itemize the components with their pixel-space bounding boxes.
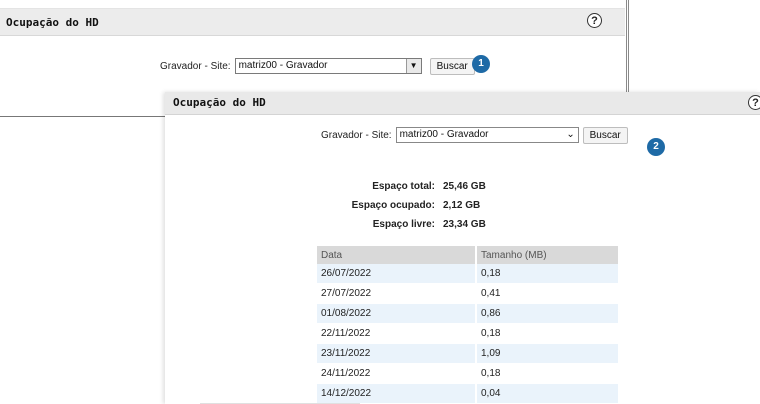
cell-size: 0,18 (476, 323, 620, 344)
cell-date: 26/07/2022 (317, 264, 477, 284)
help-icon[interactable]: ? (587, 13, 602, 28)
back-panel-title: Ocupação do HD (6, 16, 99, 29)
column-header-size[interactable]: Tamanho (MB) (476, 246, 620, 264)
front-panel-title: Ocupação do HD (173, 96, 266, 109)
chevron-down-icon[interactable]: ⌄ (563, 128, 578, 142)
cell-date: 14/12/2022 (317, 383, 477, 404)
front-filter-bar: Gravador - Site: matriz00 - Gravador ⌄ B… (321, 126, 628, 144)
cell-date: 22/11/2022 (317, 323, 477, 344)
front-panel-header: Ocupação do HD ? (165, 92, 760, 115)
column-header-date[interactable]: Data (317, 246, 477, 264)
back-filter-bar: Gravador - Site: matriz00 - Gravador ▼ B… (160, 57, 475, 75)
table-row: 22/11/2022 0,18 (317, 323, 620, 344)
divider (0, 116, 170, 117)
step-badge-2: 2 (647, 138, 665, 156)
cell-date: 24/11/2022 (317, 363, 477, 384)
cell-date: 23/11/2022 (317, 343, 477, 364)
table-header-row: Data Tamanho (MB) (317, 246, 620, 264)
step-badge-1: 1 (472, 55, 490, 73)
table-row: 27/07/2022 0,41 (317, 283, 620, 304)
free-space-label: Espaço livre: (372, 219, 435, 230)
chevron-down-icon[interactable]: ▼ (405, 59, 421, 73)
recorder-site-select[interactable]: matriz00 - Gravador ▼ (234, 58, 422, 74)
divider (626, 0, 627, 96)
cell-size: 1,09 (476, 343, 620, 364)
total-space-label: Espaço total: (372, 181, 435, 192)
help-icon[interactable]: ? (748, 95, 760, 110)
table-row: 24/11/2022 0,18 (317, 363, 620, 384)
cell-size: 0,18 (476, 363, 620, 384)
table-row: 14/12/2022 0,04 (317, 383, 620, 404)
stat-total: Espaço total: 25,46 GB (315, 177, 486, 196)
search-button[interactable]: Buscar (582, 126, 628, 144)
total-space-value: 25,46 GB (443, 181, 486, 192)
table-row: 23/11/2022 1,09 (317, 343, 620, 364)
cell-size: 0,18 (476, 264, 620, 284)
recorder-site-label: Gravador - Site: (321, 129, 392, 141)
recorder-site-select[interactable]: matriz00 - Gravador ⌄ (395, 127, 579, 143)
free-space-value: 23,34 GB (443, 219, 486, 230)
used-space-label: Espaço ocupado: (351, 200, 435, 211)
recorder-site-select-value: matriz00 - Gravador (399, 129, 489, 140)
cell-size: 0,04 (476, 383, 620, 404)
cell-date: 27/07/2022 (317, 283, 477, 304)
cell-size: 0,86 (476, 303, 620, 324)
cell-size: 0,41 (476, 283, 620, 304)
stat-used: Espaço ocupado: 2,12 GB (315, 196, 486, 215)
back-panel-header: Ocupação do HD ? (0, 8, 625, 36)
front-panel: Ocupação do HD ? Gravador - Site: matriz… (165, 92, 760, 404)
usage-table: Data Tamanho (MB) 26/07/2022 0,18 27/07/… (317, 246, 620, 404)
search-button[interactable]: Buscar (429, 57, 475, 75)
cell-date: 01/08/2022 (317, 303, 477, 324)
table-row: 26/07/2022 0,18 (317, 264, 620, 284)
disk-usage-summary: Espaço total: 25,46 GB Espaço ocupado: 2… (315, 177, 486, 234)
table-row: 01/08/2022 0,86 (317, 303, 620, 324)
recorder-site-label: Gravador - Site: (160, 60, 231, 72)
stat-free: Espaço livre: 23,34 GB (315, 215, 486, 234)
used-space-value: 2,12 GB (443, 200, 481, 211)
recorder-site-select-value: matriz00 - Gravador (238, 60, 328, 71)
